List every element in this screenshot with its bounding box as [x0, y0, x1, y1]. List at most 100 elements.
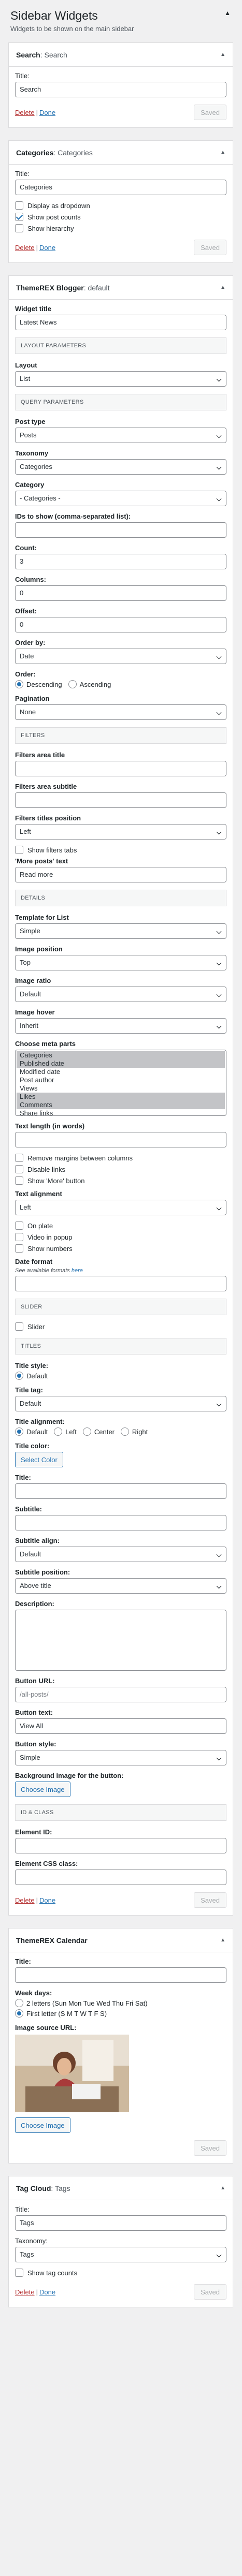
- done-link[interactable]: Done: [39, 109, 55, 116]
- save-button[interactable]: Saved: [194, 1892, 226, 1908]
- save-button[interactable]: Saved: [194, 2284, 226, 2300]
- ids-input[interactable]: [15, 522, 226, 538]
- title-input[interactable]: Categories: [15, 180, 226, 195]
- button-style-select[interactable]: Simple: [15, 1750, 226, 1765]
- delete-link[interactable]: Delete: [15, 244, 35, 252]
- choose-image-button[interactable]: Choose Image: [15, 2117, 70, 2133]
- checkbox-disable-links[interactable]: Disable links: [15, 1165, 226, 1173]
- text-length-input[interactable]: [15, 1132, 226, 1147]
- category-select[interactable]: - Categories -: [15, 491, 226, 506]
- more-text-input[interactable]: Read more: [15, 867, 226, 882]
- checkbox-show-numbers[interactable]: Show numbers: [15, 1244, 226, 1253]
- delete-link[interactable]: Delete: [15, 1896, 35, 1904]
- offset-input[interactable]: 0: [15, 617, 226, 632]
- element-css-input[interactable]: [15, 1870, 226, 1885]
- radio-ascending[interactable]: [68, 680, 77, 688]
- subtitle-align-select[interactable]: Default: [15, 1547, 226, 1562]
- list-item[interactable]: Categories: [17, 1051, 225, 1059]
- button-text-input[interactable]: View All: [15, 1718, 226, 1734]
- count-input[interactable]: 3: [15, 554, 226, 569]
- collapse-icon[interactable]: ▲: [220, 2185, 225, 2191]
- layout-select[interactable]: List: [15, 371, 226, 387]
- widget-header[interactable]: ThemeREX Calendar ▲: [9, 1929, 233, 1952]
- checkbox[interactable]: [15, 224, 23, 232]
- radio-descending[interactable]: [15, 680, 23, 688]
- title-input[interactable]: Tags: [15, 2215, 226, 2231]
- widget-title-input[interactable]: Latest News: [15, 315, 226, 330]
- checkbox-dropdown[interactable]: Display as dropdown: [15, 201, 226, 210]
- post-type-select[interactable]: Posts: [15, 428, 226, 443]
- list-item[interactable]: Comments: [17, 1101, 225, 1109]
- checkbox-on-plate[interactable]: On plate: [15, 1221, 226, 1230]
- title-input[interactable]: Search: [15, 82, 226, 97]
- save-button[interactable]: Saved: [194, 2140, 226, 2156]
- widget-header[interactable]: Search: Search ▲: [9, 43, 233, 67]
- widget-subtitle: default: [88, 283, 110, 292]
- checkbox[interactable]: [15, 213, 23, 221]
- radio-two-letters[interactable]: [15, 1999, 23, 2007]
- checkbox-filters-tabs[interactable]: Show filters tabs: [15, 846, 226, 854]
- list-item[interactable]: Published date: [17, 1059, 225, 1068]
- subtitle-input[interactable]: [15, 1515, 226, 1530]
- checkbox-slider[interactable]: Slider: [15, 1322, 226, 1331]
- meta-parts-listbox[interactable]: Categories Published date Modified date …: [15, 1050, 226, 1116]
- radio-align-center[interactable]: [82, 1427, 91, 1436]
- description-textarea[interactable]: [15, 1610, 226, 1671]
- radio-align-default[interactable]: [15, 1427, 23, 1436]
- radio-align-left[interactable]: [54, 1427, 63, 1436]
- checkbox[interactable]: [15, 201, 23, 210]
- image-ratio-select[interactable]: Default: [15, 987, 226, 1002]
- radio-first-letter[interactable]: [15, 2009, 23, 2018]
- list-item[interactable]: Post author: [17, 1076, 225, 1084]
- checkbox-remove-margins[interactable]: Remove margins between columns: [15, 1154, 226, 1162]
- image-hover-select[interactable]: Inherit: [15, 1018, 226, 1034]
- panel-toggle-icon[interactable]: ▲: [224, 9, 231, 17]
- title-input[interactable]: [15, 1967, 226, 1983]
- done-link[interactable]: Done: [39, 1896, 55, 1904]
- orderby-select[interactable]: Date: [15, 649, 226, 664]
- checkbox-post-counts[interactable]: Show post counts: [15, 213, 226, 221]
- pagination-select[interactable]: None: [15, 704, 226, 720]
- widget-header[interactable]: Tag Cloud: Tags ▲: [9, 2176, 233, 2200]
- title-tag-select[interactable]: Default: [15, 1396, 226, 1411]
- list-item[interactable]: Likes: [17, 1093, 225, 1101]
- taxonomy-select[interactable]: Tags: [15, 2247, 226, 2262]
- text-alignment-select[interactable]: Left: [15, 1200, 226, 1215]
- widget-header[interactable]: Categories: Categories ▲: [9, 141, 233, 165]
- list-item[interactable]: Views: [17, 1084, 225, 1093]
- filters-title-input[interactable]: [15, 761, 226, 776]
- checkbox-show-more[interactable]: Show 'More' button: [15, 1176, 226, 1185]
- widget-header[interactable]: ThemeREX Blogger: default ▲: [9, 276, 233, 300]
- element-id-input[interactable]: [15, 1838, 226, 1853]
- collapse-icon[interactable]: ▲: [220, 285, 225, 290]
- subtitle-position-select[interactable]: Above title: [15, 1578, 226, 1594]
- date-format-input[interactable]: [15, 1276, 226, 1291]
- collapse-icon[interactable]: ▲: [220, 1937, 225, 1943]
- select-color-button[interactable]: Select Color: [15, 1452, 63, 1467]
- button-url-input[interactable]: /all-posts/: [15, 1687, 226, 1702]
- checkbox-video-popup[interactable]: Video in popup: [15, 1233, 226, 1241]
- list-item[interactable]: Modified date: [17, 1068, 225, 1076]
- date-format-link[interactable]: here: [72, 1268, 83, 1274]
- done-link[interactable]: Done: [39, 244, 55, 252]
- collapse-icon[interactable]: ▲: [220, 150, 225, 155]
- taxonomy-select[interactable]: Categories: [15, 459, 226, 475]
- radio-title-style-default[interactable]: [15, 1372, 23, 1380]
- collapse-icon[interactable]: ▲: [220, 52, 225, 57]
- save-button[interactable]: Saved: [194, 105, 226, 120]
- delete-link[interactable]: Delete: [15, 2288, 35, 2296]
- list-item[interactable]: Share links: [17, 1109, 225, 1115]
- choose-image-button[interactable]: Choose Image: [15, 1782, 70, 1797]
- delete-link[interactable]: Delete: [15, 109, 35, 116]
- checkbox-tag-counts[interactable]: Show tag counts: [15, 2269, 226, 2277]
- filters-subtitle-input[interactable]: [15, 792, 226, 808]
- save-button[interactable]: Saved: [194, 240, 226, 255]
- radio-align-right[interactable]: [120, 1427, 129, 1436]
- checkbox-hierarchy[interactable]: Show hierarchy: [15, 224, 226, 232]
- title-input[interactable]: [15, 1483, 226, 1499]
- filters-position-select[interactable]: Left: [15, 824, 226, 840]
- image-position-select[interactable]: Top: [15, 955, 226, 970]
- done-link[interactable]: Done: [39, 2288, 55, 2296]
- columns-input[interactable]: 0: [15, 585, 226, 601]
- template-select[interactable]: Simple: [15, 923, 226, 939]
